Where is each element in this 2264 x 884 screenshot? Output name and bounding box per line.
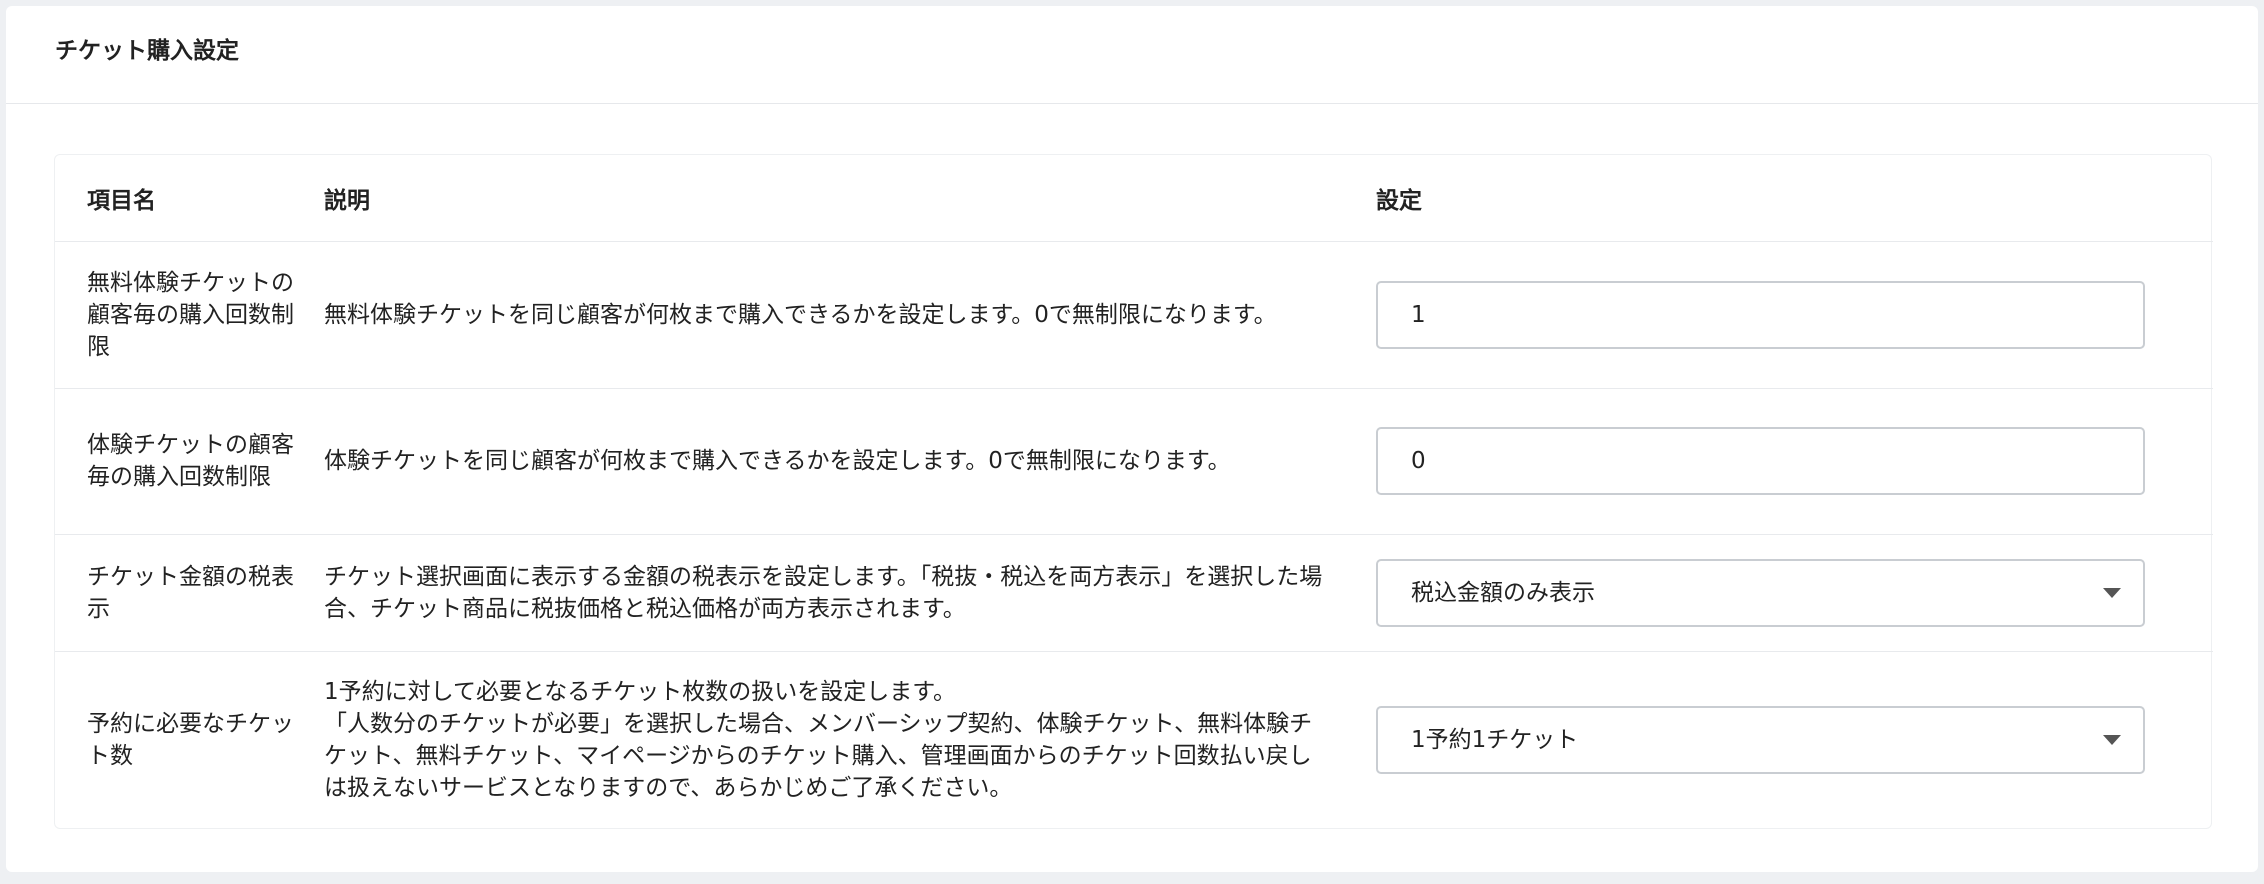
required-tickets-select[interactable]: 1予約1チケット bbox=[1376, 705, 2145, 774]
input-value: 1 bbox=[1411, 301, 1426, 328]
column-header-name: 項目名 bbox=[55, 155, 324, 242]
trial-purchase-limit-input[interactable]: 0 bbox=[1376, 427, 2145, 495]
chevron-down-icon bbox=[2103, 734, 2121, 745]
description-line: 1予約に対して必要となるチケット枚数の扱いを設定します。 bbox=[324, 678, 956, 705]
row-setting: 1 bbox=[1376, 241, 2213, 388]
settings-table: 項目名 説明 設定 無料体験チケットの顧客毎の購入回数制限 無料体験チケットを同… bbox=[55, 155, 2213, 828]
card-title: チケット購入設定 bbox=[55, 37, 239, 64]
row-setting: 税込金額のみ表示 bbox=[1376, 534, 2213, 651]
input-value: 0 bbox=[1411, 448, 1426, 474]
card-header: チケット購入設定 bbox=[6, 6, 2258, 104]
ticket-purchase-settings-card: チケット購入設定 項目名 説明 設定 無料体験チケットの顧客毎の購入回数制限 無… bbox=[6, 6, 2258, 872]
row-description: チケット選択画面に表示する金額の税表示を設定します。「税抜・税込を両方表示」を選… bbox=[324, 563, 1323, 622]
table-row: 体験チケットの顧客毎の購入回数制限 体験チケットを同じ顧客が何枚まで購入できるか… bbox=[55, 388, 2213, 534]
row-name: チケット金額の税表示 bbox=[87, 563, 294, 622]
table-row: 予約に必要なチケット数 1予約に対して必要となるチケット枚数の扱いを設定します。… bbox=[55, 651, 2213, 828]
row-name: 無料体験チケットの顧客毎の購入回数制限 bbox=[87, 269, 294, 360]
table-header-row: 項目名 説明 設定 bbox=[55, 155, 2213, 242]
column-header-description: 説明 bbox=[324, 155, 1376, 242]
column-header-setting: 設定 bbox=[1376, 155, 2213, 242]
row-description: 体験チケットを同じ顧客が何枚まで購入できるかを設定します。0で無制限になります。 bbox=[324, 448, 1231, 474]
chevron-down-icon bbox=[2103, 587, 2121, 598]
select-value: 1予約1チケット bbox=[1411, 726, 1579, 753]
description-line: 「人数分のチケットが必要」を選択した場合、メンバーシップ契約、体験チケット、無料… bbox=[324, 710, 1313, 801]
row-name: 体験チケットの顧客毎の購入回数制限 bbox=[87, 432, 294, 490]
row-description: 無料体験チケットを同じ顧客が何枚まで購入できるかを設定します。0で無制限になりま… bbox=[324, 301, 1277, 328]
tax-display-select[interactable]: 税込金額のみ表示 bbox=[1376, 558, 2145, 627]
row-description: 1予約に対して必要となるチケット枚数の扱いを設定します。 「人数分のチケットが必… bbox=[324, 651, 1376, 828]
row-setting: 1予約1チケット bbox=[1376, 651, 2213, 828]
free-trial-purchase-limit-input[interactable]: 1 bbox=[1376, 280, 2145, 349]
table-row: 無料体験チケットの顧客毎の購入回数制限 無料体験チケットを同じ顧客が何枚まで購入… bbox=[55, 241, 2213, 388]
row-name: 予約に必要なチケット数 bbox=[87, 710, 294, 769]
row-setting: 0 bbox=[1376, 388, 2213, 534]
table-row: チケット金額の税表示 チケット選択画面に表示する金額の税表示を設定します。「税抜… bbox=[55, 534, 2213, 651]
settings-table-container: 項目名 説明 設定 無料体験チケットの顧客毎の購入回数制限 無料体験チケットを同… bbox=[54, 154, 2213, 829]
select-value: 税込金額のみ表示 bbox=[1411, 579, 1595, 606]
